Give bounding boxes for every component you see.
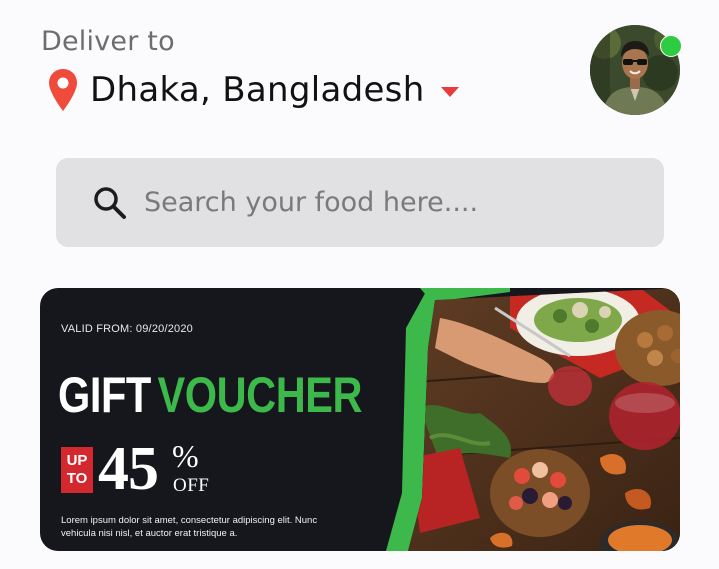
deliver-to-label: Deliver to — [41, 26, 175, 57]
search-input[interactable] — [144, 187, 624, 218]
voucher-description: Lorem ipsum dolor sit amet, consectetur … — [61, 515, 318, 539]
title-voucher: VOUCHER — [157, 367, 363, 423]
online-status-dot — [660, 35, 682, 57]
search-icon[interactable] — [92, 185, 128, 221]
up-to-badge: UP TO — [61, 447, 93, 493]
upto-line-2: TO — [66, 470, 88, 487]
voucher-valid-date: VALID FROM: 09/20/2020 — [61, 323, 193, 335]
location-text: Dhaka, Bangladesh — [90, 70, 425, 110]
title-gift: GIFT — [58, 367, 151, 423]
discount-percent: % — [172, 438, 199, 474]
caret-down-icon[interactable] — [440, 87, 459, 97]
map-pin-icon — [49, 69, 77, 111]
discount-off-label: OFF — [173, 475, 210, 496]
location-selector[interactable]: Dhaka, Bangladesh — [48, 68, 459, 112]
discount-number: 45 — [98, 435, 159, 503]
gift-voucher-banner[interactable]: VALID FROM: 09/20/2020 GIFT VOUCHER UP TO… — [40, 288, 680, 551]
voucher-title: GIFT VOUCHER — [58, 366, 363, 424]
upto-line-1: UP — [66, 452, 88, 469]
search-bar[interactable] — [56, 158, 664, 247]
